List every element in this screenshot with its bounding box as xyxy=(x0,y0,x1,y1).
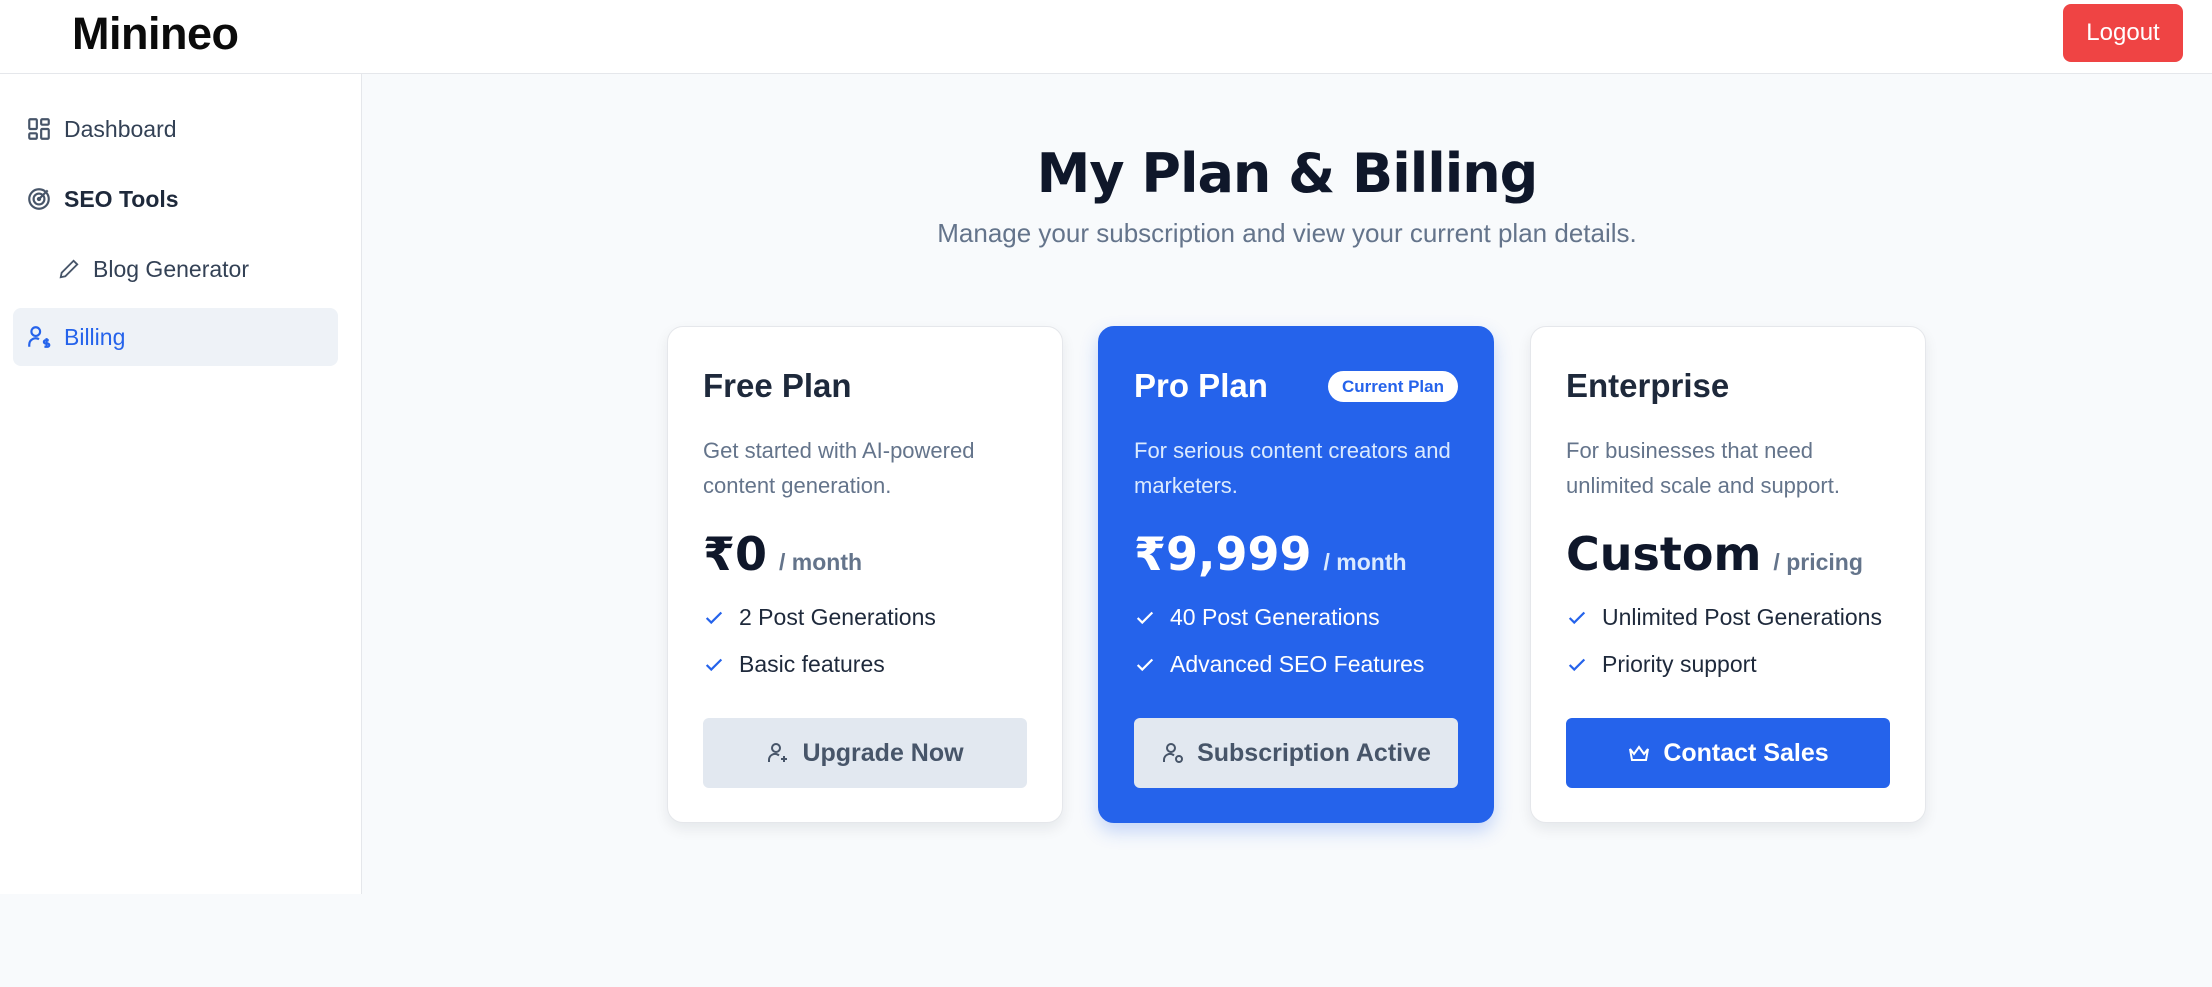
plan-card-enterprise: Enterprise For businesses that need unli… xyxy=(1530,326,1926,823)
plan-feature: Unlimited Post Generations xyxy=(1566,604,1882,631)
sidebar-item-label: Billing xyxy=(64,323,126,350)
logout-button[interactable]: Logout xyxy=(2063,4,2183,62)
page-title: My Plan & Billing xyxy=(1036,142,1539,205)
plan-period: / month xyxy=(1323,549,1407,575)
plan-feature: Advanced SEO Features xyxy=(1134,651,1424,678)
target-icon xyxy=(26,186,52,212)
plan-feature: Priority support xyxy=(1566,651,1757,678)
plan-name: Enterprise xyxy=(1566,367,1730,404)
plan-feature: 2 Post Generations xyxy=(703,604,936,631)
sidebar: Dashboard SEO Tools Blog Generator Billi… xyxy=(0,74,362,894)
plan-description: For businesses that need unlimited scale… xyxy=(1566,438,1840,498)
plan-description: Get started with AI-powered content gene… xyxy=(703,438,975,498)
button-label: Subscription Active xyxy=(1197,738,1431,767)
plan-price: ₹0 xyxy=(703,527,768,581)
button-label: Contact Sales xyxy=(1663,738,1829,767)
pencil-icon xyxy=(58,258,80,280)
user-check-icon xyxy=(1161,741,1185,765)
plan-feature-label: Advanced SEO Features xyxy=(1170,651,1425,677)
plan-feature: Basic features xyxy=(703,651,885,678)
plan-period: / pricing xyxy=(1773,549,1863,575)
check-icon xyxy=(1134,607,1156,629)
plan-price-row: ₹9,999 / month xyxy=(1134,527,1407,581)
app-logo[interactable]: Minineo xyxy=(72,8,239,60)
plan-price-row: Custom / pricing xyxy=(1566,527,1863,581)
plan-feature-label: Basic features xyxy=(739,651,885,677)
plan-name: Free Plan xyxy=(703,367,852,404)
check-icon xyxy=(1566,607,1588,629)
check-icon xyxy=(1134,654,1156,676)
plan-feature-label: Priority support xyxy=(1602,651,1757,677)
check-icon xyxy=(1566,654,1588,676)
sidebar-item-label: Dashboard xyxy=(64,115,177,142)
plan-card-free: Free Plan Get started with AI-powered co… xyxy=(667,326,1063,823)
plan-card-pro: Pro Plan Current Plan For serious conten… xyxy=(1098,326,1494,823)
top-bar: Minineo Logout xyxy=(0,0,2212,74)
plan-feature: 40 Post Generations xyxy=(1134,604,1380,631)
sidebar-item-billing[interactable]: Billing xyxy=(13,308,338,366)
sidebar-item-dashboard[interactable]: Dashboard xyxy=(13,100,338,158)
subscription-active-button[interactable]: Subscription Active xyxy=(1134,718,1458,788)
plan-name: Pro Plan xyxy=(1134,367,1268,404)
user-plus-icon xyxy=(766,741,790,765)
button-label: Upgrade Now xyxy=(802,738,964,767)
current-plan-badge: Current Plan xyxy=(1327,371,1458,402)
crown-icon xyxy=(1627,741,1651,765)
sidebar-item-label: SEO Tools xyxy=(64,185,179,212)
plan-price-row: ₹0 / month xyxy=(703,527,862,581)
check-icon xyxy=(703,654,725,676)
sidebar-item-blog-generator[interactable]: Blog Generator xyxy=(13,240,338,298)
check-icon xyxy=(703,607,725,629)
plan-price: Custom xyxy=(1566,527,1762,581)
plan-feature-label: 2 Post Generations xyxy=(739,604,936,630)
plan-description: For serious content creators and markete… xyxy=(1134,438,1451,498)
page-subtitle: Manage your subscription and view your c… xyxy=(937,218,1637,248)
plan-feature-label: 40 Post Generations xyxy=(1170,604,1380,630)
sidebar-item-seo-tools[interactable]: SEO Tools xyxy=(13,170,338,228)
user-dollar-icon xyxy=(26,324,52,350)
dashboard-icon xyxy=(26,116,52,142)
plan-feature-label: Unlimited Post Generations xyxy=(1602,604,1882,630)
sidebar-item-label: Blog Generator xyxy=(93,255,249,282)
upgrade-now-button[interactable]: Upgrade Now xyxy=(703,718,1027,788)
plan-period: / month xyxy=(779,549,863,575)
plan-price: ₹9,999 xyxy=(1134,527,1312,581)
contact-sales-button[interactable]: Contact Sales xyxy=(1566,718,1890,788)
